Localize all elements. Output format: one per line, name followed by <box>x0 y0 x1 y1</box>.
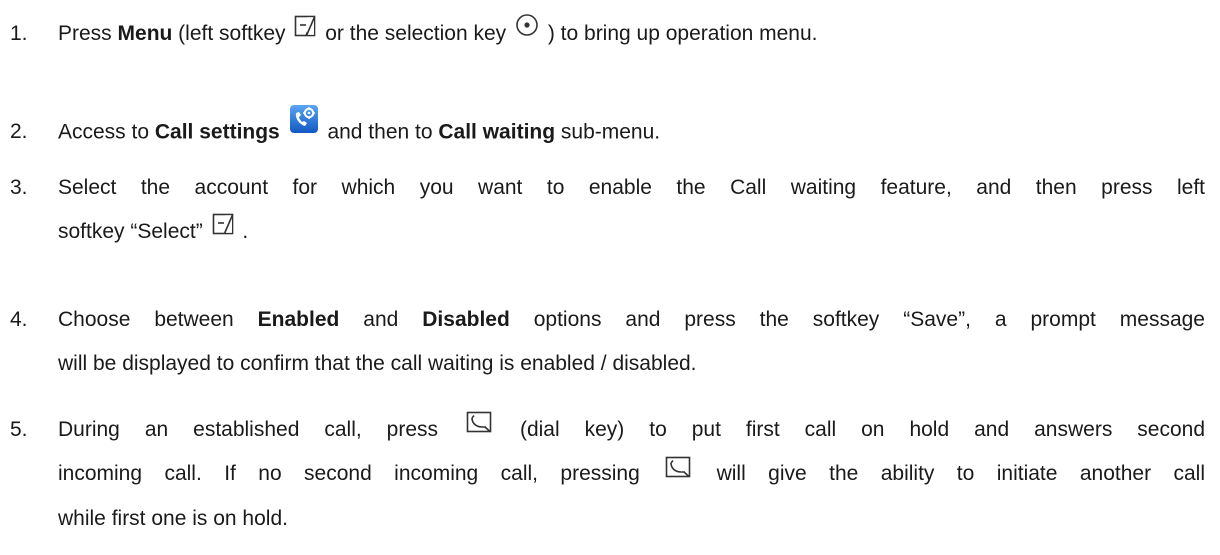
step-1: 1. Press Menu (left softkey or the selec… <box>10 12 1205 56</box>
left-softkey-icon <box>294 9 316 53</box>
step-5: 5. During an established call, press (di… <box>10 408 1205 541</box>
document: 1. Press Menu (left softkey or the selec… <box>0 0 1220 555</box>
step-number: 3. <box>10 176 28 199</box>
step-4: 4. Choose between Enabled and Disabled o… <box>10 298 1205 386</box>
step-text: During an established call, press (dial … <box>58 408 1205 541</box>
step-number: 4. <box>10 308 28 331</box>
left-softkey-icon <box>212 207 234 251</box>
call-settings-icon <box>289 104 319 150</box>
call-waiting-label: Call waiting <box>438 120 556 144</box>
dial-key-icon <box>466 405 492 449</box>
dial-key-icon <box>665 450 691 494</box>
disabled-label: Disabled <box>422 308 510 331</box>
step-number: 2. <box>10 120 28 143</box>
step-text: Choose between Enabled and Disabled opti… <box>58 308 1205 375</box>
step-number: 5. <box>10 418 28 441</box>
step-3: 3. Select the account for which you want… <box>10 166 1205 254</box>
step-2: 2. Access to Call settings and then to C… <box>10 105 1205 156</box>
selection-key-icon <box>515 9 539 53</box>
step-number: 1. <box>10 22 28 45</box>
call-settings-label: Call settings <box>154 120 280 144</box>
step-text: Select the account for which you want to… <box>58 166 1205 254</box>
step-text: Press Menu (left softkey or the selectio… <box>58 12 1205 56</box>
step-text: Access to Call settings and then to Call… <box>58 105 1205 156</box>
enabled-label: Enabled <box>257 308 340 331</box>
menu-label: Menu <box>117 22 173 45</box>
